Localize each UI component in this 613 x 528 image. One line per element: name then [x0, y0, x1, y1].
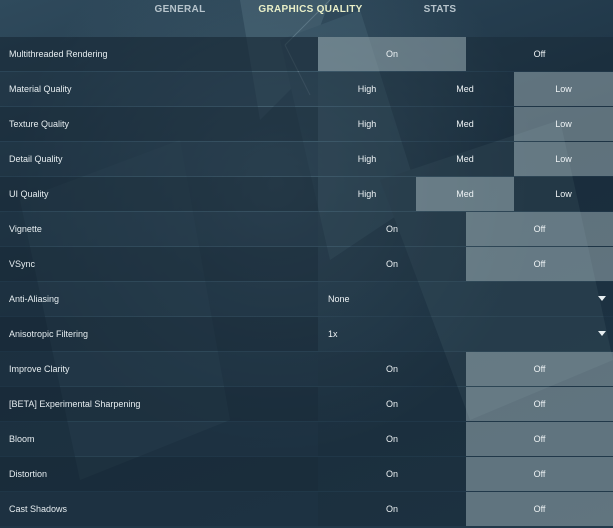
anti-aliasing-dropdown[interactable]: None [318, 282, 613, 316]
setting-row-texture-quality: Texture Quality High Med Low [0, 107, 613, 141]
setting-label: Distortion [0, 457, 318, 491]
option-high-button[interactable]: High [318, 107, 416, 141]
setting-row-anisotropic-filtering: Anisotropic Filtering 1x [0, 317, 613, 351]
anisotropic-filtering-dropdown[interactable]: 1x [318, 317, 613, 351]
option-on-button[interactable]: On [318, 387, 466, 421]
setting-row-improve-clarity: Improve Clarity On Off [0, 352, 613, 386]
tab-stats[interactable]: STATS [410, 4, 470, 22]
option-off-button[interactable]: Off [466, 212, 613, 246]
option-low-button[interactable]: Low [514, 142, 613, 176]
option-off-button[interactable]: Off [466, 247, 613, 281]
setting-row-multithreaded-rendering: Multithreaded Rendering On Off [0, 37, 613, 71]
setting-label: Improve Clarity [0, 352, 318, 386]
setting-row-vsync: VSync On Off [0, 247, 613, 281]
active-tab-indicator [262, 20, 360, 22]
setting-label: [BETA] Experimental Sharpening [0, 387, 318, 421]
option-med-button[interactable]: Med [416, 72, 514, 106]
option-off-button[interactable]: Off [466, 422, 613, 456]
setting-row-cast-shadows: Cast Shadows On Off [0, 492, 613, 526]
dropdown-selected-value: 1x [328, 329, 338, 339]
option-off-button[interactable]: Off [466, 457, 613, 491]
setting-row-distortion: Distortion On Off [0, 457, 613, 491]
caret-down-icon[interactable] [598, 296, 606, 301]
setting-label: Detail Quality [0, 142, 318, 176]
setting-label: Anti-Aliasing [0, 282, 318, 316]
setting-row-material-quality: Material Quality High Med Low [0, 72, 613, 106]
setting-label: UI Quality [0, 177, 318, 211]
setting-row-vignette: Vignette On Off [0, 212, 613, 246]
option-on-button[interactable]: On [318, 457, 466, 491]
option-on-button[interactable]: On [318, 492, 466, 526]
option-on-button[interactable]: On [318, 352, 466, 386]
setting-row-detail-quality: Detail Quality High Med Low [0, 142, 613, 176]
option-low-button[interactable]: Low [514, 72, 613, 106]
setting-label: Anisotropic Filtering [0, 317, 318, 351]
setting-row-bloom: Bloom On Off [0, 422, 613, 456]
setting-label: Vignette [0, 212, 318, 246]
option-med-button[interactable]: Med [416, 142, 514, 176]
setting-label: Bloom [0, 422, 318, 456]
setting-row-ui-quality: UI Quality High Med Low [0, 177, 613, 211]
setting-label: Cast Shadows [0, 492, 318, 526]
option-off-button[interactable]: Off [466, 387, 613, 421]
dropdown-selected-value: None [328, 294, 350, 304]
option-on-button[interactable]: On [318, 212, 466, 246]
option-med-button[interactable]: Med [416, 177, 514, 211]
setting-label: VSync [0, 247, 318, 281]
setting-row-anti-aliasing: Anti-Aliasing None [0, 282, 613, 316]
setting-label: Material Quality [0, 72, 318, 106]
option-high-button[interactable]: High [318, 72, 416, 106]
setting-row-beta-experimental-sharpening: [BETA] Experimental Sharpening On Off [0, 387, 613, 421]
option-on-button[interactable]: On [318, 247, 466, 281]
option-high-button[interactable]: High [318, 177, 416, 211]
option-high-button[interactable]: High [318, 142, 416, 176]
option-low-button[interactable]: Low [514, 107, 613, 141]
option-low-button[interactable]: Low [514, 177, 613, 211]
setting-label: Multithreaded Rendering [0, 37, 318, 71]
option-off-button[interactable]: Off [466, 37, 613, 71]
option-on-button[interactable]: On [318, 37, 466, 71]
option-off-button[interactable]: Off [466, 352, 613, 386]
option-on-button[interactable]: On [318, 422, 466, 456]
caret-down-icon[interactable] [598, 331, 606, 336]
option-med-button[interactable]: Med [416, 107, 514, 141]
option-off-button[interactable]: Off [466, 492, 613, 526]
setting-label: Texture Quality [0, 107, 318, 141]
tab-general[interactable]: GENERAL [140, 4, 220, 22]
settings-tab-bar: GENERAL GRAPHICS QUALITY STATS [0, 0, 613, 30]
